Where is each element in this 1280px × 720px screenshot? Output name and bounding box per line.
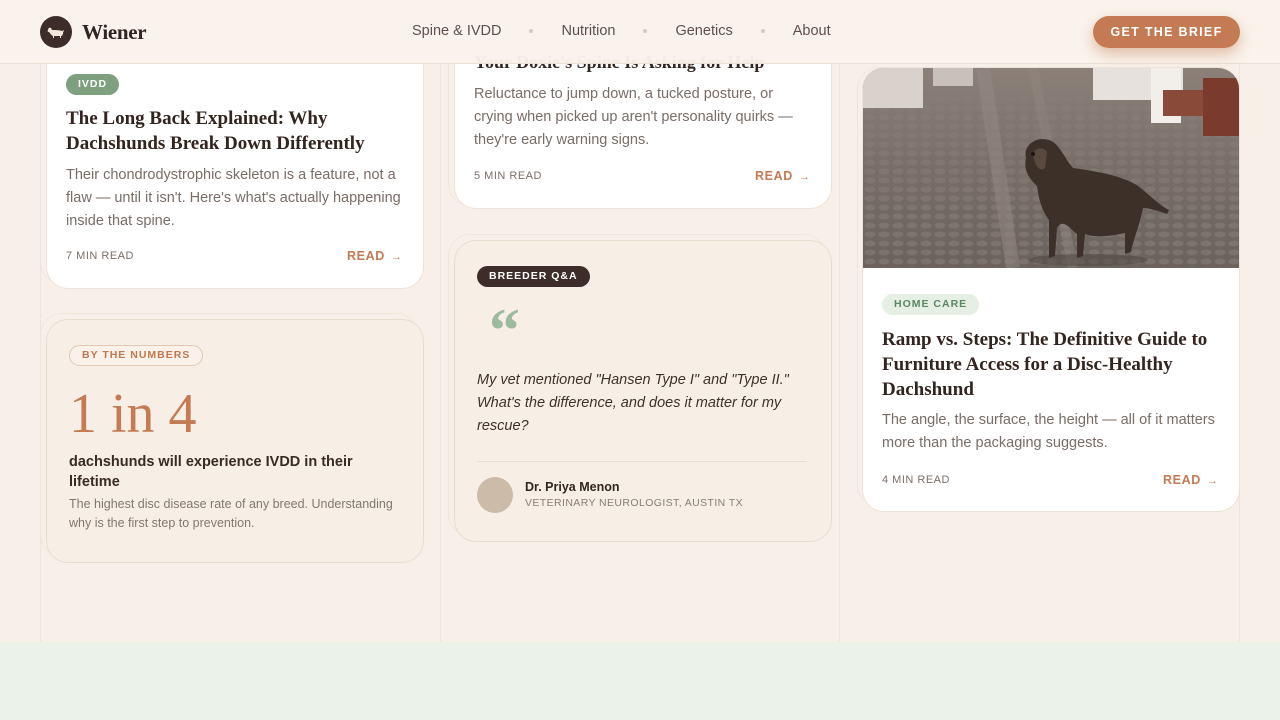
divider: [477, 461, 807, 462]
read-label: READ: [755, 169, 793, 183]
category-tag: IVDD: [66, 74, 120, 95]
author-role: VETERINARY NEUROLOGIST, AUSTIN TX: [525, 497, 744, 509]
quote-mark-icon: “: [489, 297, 520, 365]
main-nav: Spine & IVDD Nutrition Genetics About: [412, 23, 831, 39]
stat-value: 1 in 4: [69, 383, 197, 445]
nav-item-about[interactable]: About: [793, 23, 831, 39]
category-tag: BREEDER Q&A: [477, 266, 590, 287]
stat-card-by-numbers: BY THE NUMBERS 1 in 4 dachshunds will ex…: [46, 319, 424, 563]
read-label: READ: [347, 249, 385, 263]
nav-separator: [529, 29, 534, 33]
question-quote: My vet mentioned "Hansen Type I" and "Ty…: [477, 372, 789, 434]
nav-item-spine-ivdd[interactable]: Spine & IVDD: [412, 23, 501, 39]
stat-note: The highest disc disease rate of any bre…: [69, 497, 393, 530]
site-header: Wiener Spine & IVDD Nutrition Genetics A…: [0, 0, 1280, 64]
get-brief-button[interactable]: GET THE BRIEF: [1093, 16, 1240, 48]
article-excerpt: Their chondrodystrophic skeleton is a fe…: [66, 167, 401, 229]
article-card-ramp[interactable]: HOME CARE Ramp vs. Steps: The Definitive…: [862, 67, 1240, 512]
column-guide: [839, 64, 840, 642]
footer-band: [0, 642, 1280, 720]
nav-separator: [760, 29, 765, 33]
category-tag: HOME CARE: [882, 294, 980, 315]
read-link[interactable]: READ →: [347, 249, 402, 263]
category-tag: BY THE NUMBERS: [69, 345, 204, 366]
brand-name: Wiener: [82, 19, 147, 44]
dachshund-icon: [40, 16, 72, 48]
nav-separator: [643, 29, 648, 33]
article-excerpt: Reluctance to jump down, a tucked postur…: [474, 86, 793, 148]
article-title[interactable]: The Long Back Explained: Why Dachshunds …: [66, 106, 406, 156]
stat-label: dachshunds will experience IVDD in their…: [69, 454, 353, 490]
avatar: [477, 477, 513, 513]
article-excerpt: The angle, the surface, the height — all…: [882, 412, 1215, 451]
nav-item-nutrition[interactable]: Nutrition: [561, 23, 615, 39]
read-link[interactable]: READ →: [755, 169, 810, 183]
author-name: Dr. Priya Menon: [525, 480, 620, 494]
qa-card-breeder: BREEDER Q&A “ My vet mentioned "Hansen T…: [454, 240, 832, 542]
read-time: 7 MIN READ: [66, 250, 134, 262]
arrow-right-icon: →: [1206, 475, 1219, 487]
nav-item-genetics[interactable]: Genetics: [675, 23, 732, 39]
arrow-right-icon: →: [798, 171, 811, 183]
read-link[interactable]: READ →: [1163, 473, 1218, 487]
article-card-long-back[interactable]: IVDD The Long Back Explained: Why Dachsh…: [46, 40, 424, 289]
brand-logo[interactable]: Wiener: [40, 16, 147, 48]
read-time: 4 MIN READ: [882, 474, 950, 486]
column-guide: [440, 64, 441, 642]
read-time: 5 MIN READ: [474, 170, 542, 182]
read-label: READ: [1163, 473, 1201, 487]
dachshund-photo: [863, 68, 1239, 268]
arrow-right-icon: →: [390, 251, 403, 263]
article-title[interactable]: Ramp vs. Steps: The Definitive Guide to …: [882, 327, 1227, 402]
